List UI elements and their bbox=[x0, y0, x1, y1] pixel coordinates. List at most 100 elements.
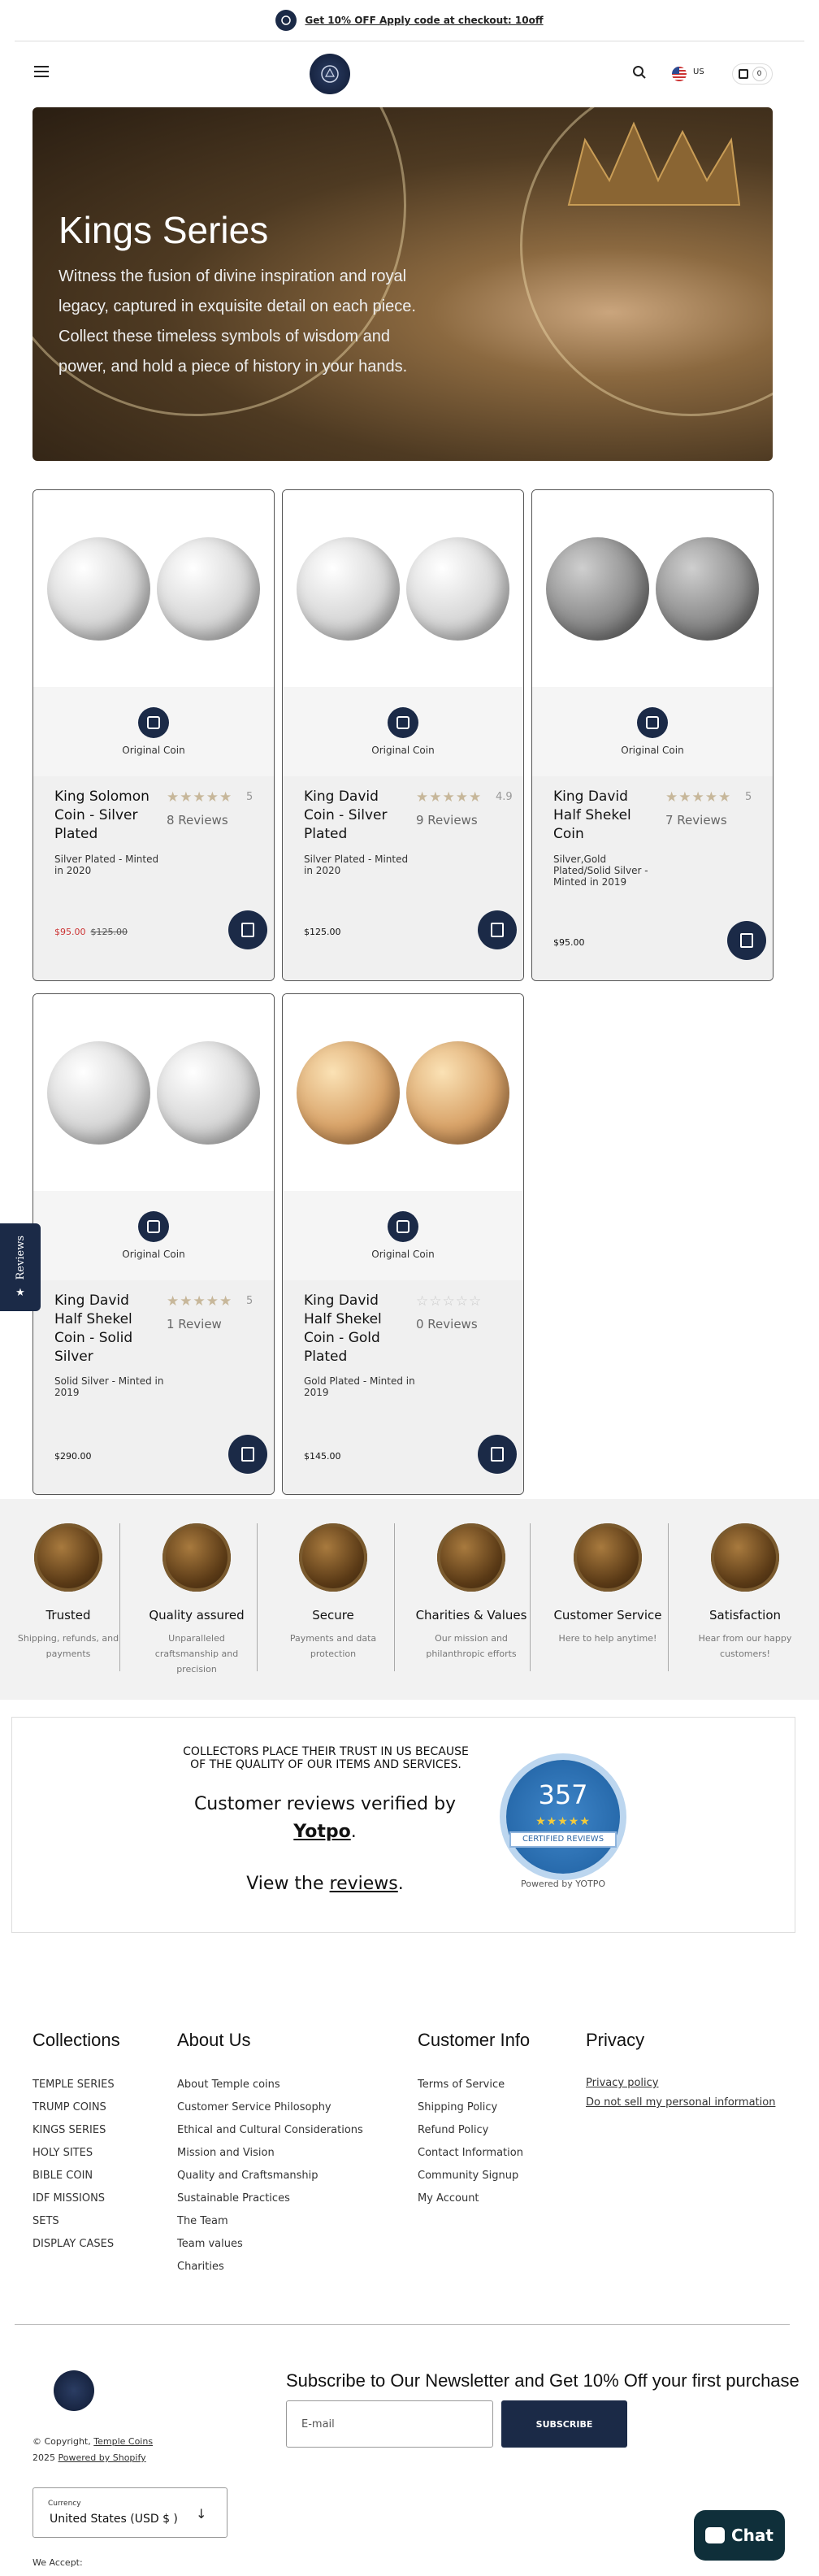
review-count[interactable]: 9 Reviews bbox=[416, 813, 478, 828]
product-name[interactable]: King David Coin - Silver Plated bbox=[304, 788, 410, 844]
footer-link[interactable]: Contact Information bbox=[418, 2142, 530, 2165]
divider bbox=[257, 1523, 258, 1671]
shopify-link[interactable]: Powered by Shopify bbox=[58, 2452, 146, 2463]
product-info: King David Half Shekel Coin - Solid Silv… bbox=[33, 1280, 274, 1494]
star-rating[interactable]: ☆☆☆☆☆ bbox=[416, 1293, 482, 1310]
question-icon bbox=[574, 1523, 642, 1592]
certified-reviews-seal[interactable]: 357 ★★★★★ CERTIFIED REVIEWS bbox=[506, 1760, 620, 1874]
hamburger-menu-icon[interactable] bbox=[34, 66, 49, 77]
review-count[interactable]: 8 Reviews bbox=[167, 813, 228, 828]
footer-link[interactable]: Shipping Policy bbox=[418, 2096, 530, 2119]
footer-link[interactable]: Charities bbox=[177, 2256, 363, 2278]
product-card[interactable]: Original Coin King David Coin - Silver P… bbox=[282, 489, 524, 981]
product-subtitle: Silver,Gold Plated/Solid Silver - Minted… bbox=[553, 854, 648, 888]
product-card[interactable]: Original Coin King David Half Shekel Coi… bbox=[282, 993, 524, 1495]
star-rating[interactable]: ★★★★★ bbox=[167, 1293, 232, 1310]
product-card[interactable]: Original Coin King David Half Shekel Coi… bbox=[32, 993, 275, 1495]
product-card[interactable]: Original Coin King Solomon Coin - Silver… bbox=[32, 489, 275, 981]
country-code[interactable]: US bbox=[693, 67, 704, 76]
brand-link[interactable]: Temple Coins bbox=[93, 2436, 153, 2447]
yotpo-link[interactable]: Yotpo bbox=[293, 1822, 350, 1842]
feature-quality[interactable]: Quality assured Unparalleled craftsmanshi… bbox=[128, 1523, 265, 1677]
product-name[interactable]: King David Half Shekel Coin - Gold Plate… bbox=[304, 1292, 410, 1366]
feature-customer-service[interactable]: Customer Service Here to help anytime! bbox=[540, 1523, 676, 1646]
feature-charities[interactable]: Charities & Values Our mission and philan… bbox=[403, 1523, 540, 1662]
review-count[interactable]: 0 Reviews bbox=[416, 1317, 478, 1331]
add-to-cart-button[interactable] bbox=[228, 910, 267, 949]
footer-link[interactable]: Team values bbox=[177, 2233, 363, 2256]
footer-link[interactable]: DISPLAY CASES bbox=[32, 2233, 120, 2256]
compare-price: $125.00 bbox=[90, 927, 128, 937]
search-icon[interactable] bbox=[632, 65, 647, 83]
footer-link[interactable]: BIBLE COIN bbox=[32, 2165, 120, 2187]
announcement-bar[interactable]: Get 10% OFF Apply code at checkout: 10of… bbox=[0, 0, 819, 41]
announcement-text[interactable]: Get 10% OFF Apply code at checkout: 10of… bbox=[305, 15, 543, 26]
footer-link[interactable]: Do not sell my personal information bbox=[586, 2093, 775, 2113]
footer-logo[interactable] bbox=[54, 2370, 94, 2411]
us-flag-icon[interactable] bbox=[672, 67, 687, 81]
product-image[interactable] bbox=[33, 994, 274, 1191]
product-info: King Solomon Coin - Silver Plated ★★★★★ … bbox=[33, 776, 274, 980]
email-field[interactable]: E-mail bbox=[286, 2400, 493, 2448]
reviews-link[interactable]: reviews bbox=[330, 1874, 398, 1894]
original-coin-badge: Original Coin bbox=[33, 1191, 274, 1280]
product-info: King David Half Shekel Coin - Gold Plate… bbox=[283, 1280, 523, 1494]
add-to-cart-button[interactable] bbox=[727, 921, 766, 960]
original-coin-icon bbox=[138, 707, 169, 738]
add-to-cart-button[interactable] bbox=[478, 1435, 517, 1474]
footer-link[interactable]: Ethical and Cultural Considerations bbox=[177, 2119, 363, 2142]
footer-link[interactable]: Refund Policy bbox=[418, 2119, 530, 2142]
product-card[interactable]: Original Coin King David Half Shekel Coi… bbox=[531, 489, 774, 981]
footer-link[interactable]: Mission and Vision bbox=[177, 2142, 363, 2165]
product-image[interactable] bbox=[283, 490, 523, 687]
review-count[interactable]: 1 Review bbox=[167, 1317, 222, 1331]
powered-by-yotpo: Powered by YOTPO bbox=[520, 1879, 606, 1889]
footer-link[interactable]: Terms of Service bbox=[418, 2074, 530, 2096]
crown-decoration bbox=[567, 121, 741, 206]
trust-statement: COLLECTORS PLACE THEIR TRUST IN US BECAU… bbox=[183, 1745, 469, 1771]
product-name[interactable]: King David Half Shekel Coin - Solid Silv… bbox=[54, 1292, 160, 1366]
review-count[interactable]: 7 Reviews bbox=[665, 813, 727, 828]
product-image[interactable] bbox=[33, 490, 274, 687]
footer-link[interactable]: TRUMP COINS bbox=[32, 2096, 120, 2119]
feature-secure[interactable]: Secure Payments and data protection bbox=[265, 1523, 401, 1662]
star-rating[interactable]: ★★★★★ bbox=[167, 789, 232, 806]
star-rating[interactable]: ★★★★★ bbox=[416, 789, 482, 806]
footer-link[interactable]: HOLY SITES bbox=[32, 2142, 120, 2165]
footer-link[interactable]: Privacy policy bbox=[586, 2074, 775, 2093]
site-logo[interactable] bbox=[310, 54, 350, 94]
footer-link[interactable]: Community Signup bbox=[418, 2165, 530, 2187]
reviews-side-tab[interactable]: Reviews ★ bbox=[0, 1223, 41, 1311]
footer-link[interactable]: KINGS SERIES bbox=[32, 2119, 120, 2142]
footer-link[interactable]: Sustainable Practices bbox=[177, 2187, 363, 2210]
feature-satisfaction[interactable]: Satisfaction Hear from our happy customer… bbox=[677, 1523, 813, 1662]
add-to-cart-button[interactable] bbox=[228, 1435, 267, 1474]
product-image[interactable] bbox=[283, 994, 523, 1191]
bag-icon bbox=[740, 933, 753, 948]
footer-link[interactable]: About Temple coins bbox=[177, 2074, 363, 2096]
currency-selector[interactable]: Currency United States (USD $ ) ↓ bbox=[32, 2487, 228, 2538]
sale-price: $95.00 bbox=[54, 927, 86, 937]
star-rating[interactable]: ★★★★★ bbox=[665, 789, 731, 806]
chat-button[interactable]: Chat bbox=[694, 2510, 785, 2561]
feature-trusted[interactable]: Trusted Shipping, refunds, and payments bbox=[0, 1523, 136, 1662]
footer-link[interactable]: IDF MISSIONS bbox=[32, 2187, 120, 2210]
footer-link[interactable]: My Account bbox=[418, 2187, 530, 2210]
footer-link[interactable]: SETS bbox=[32, 2210, 120, 2233]
footer-link[interactable]: Quality and Craftsmanship bbox=[177, 2165, 363, 2187]
trust-section: COLLECTORS PLACE THEIR TRUST IN US BECAU… bbox=[11, 1717, 795, 1933]
cart-bag-icon bbox=[738, 69, 748, 79]
footer-link[interactable]: The Team bbox=[177, 2210, 363, 2233]
add-to-cart-button[interactable] bbox=[478, 910, 517, 949]
footer-about: About Us About Temple coins Customer Ser… bbox=[177, 2030, 363, 2278]
footer-link[interactable]: TEMPLE SERIES bbox=[32, 2074, 120, 2096]
product-name[interactable]: King David Half Shekel Coin bbox=[553, 788, 659, 844]
product-name[interactable]: King Solomon Coin - Silver Plated bbox=[54, 788, 160, 844]
subscribe-button[interactable]: SUBSCRIBE bbox=[501, 2400, 627, 2448]
product-image[interactable] bbox=[532, 490, 773, 687]
footer-privacy: Privacy Privacy policy Do not sell my pe… bbox=[586, 2030, 775, 2113]
coin-obverse-image bbox=[546, 536, 649, 641]
footer-link[interactable]: Customer Service Philosophy bbox=[177, 2096, 363, 2119]
newsletter-title: Subscribe to Our Newsletter and Get 10% … bbox=[286, 2370, 800, 2391]
cart-button[interactable]: 0 bbox=[732, 63, 773, 85]
